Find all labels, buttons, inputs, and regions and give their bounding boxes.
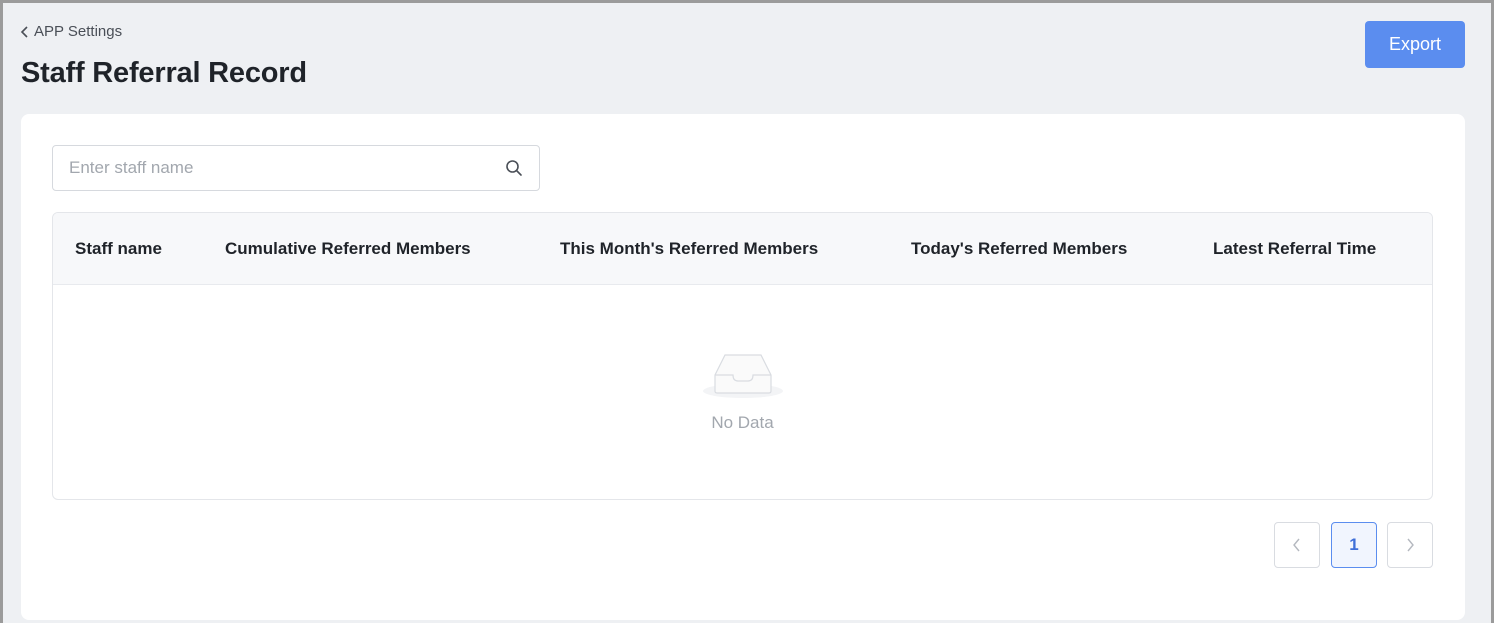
breadcrumb-label: APP Settings <box>34 23 123 40</box>
export-button[interactable]: Export <box>1365 21 1465 68</box>
pagination-prev-button[interactable] <box>1274 522 1320 568</box>
app-window: APP Settings Staff Referral Record Expor… <box>3 3 1491 623</box>
empty-inbox-icon <box>703 354 783 398</box>
column-header-staff-name[interactable]: Staff name <box>75 213 162 285</box>
search-box <box>52 145 540 191</box>
column-header-month-referred[interactable]: This Month's Referred Members <box>560 213 818 285</box>
column-header-cumulative-referred[interactable]: Cumulative Referred Members <box>225 213 471 285</box>
chevron-right-icon <box>1407 538 1414 552</box>
referral-table: Staff name Cumulative Referred Members T… <box>52 212 1433 500</box>
table-header: Staff name Cumulative Referred Members T… <box>53 213 1432 285</box>
staff-name-search-input[interactable] <box>54 147 494 189</box>
empty-state-text: No Data <box>711 413 774 432</box>
chevron-left-icon <box>20 25 28 38</box>
empty-state: No Data <box>53 285 1432 499</box>
column-header-latest-referral-time[interactable]: Latest Referral Time <box>1213 213 1376 285</box>
search-icon[interactable] <box>505 159 523 177</box>
page-title: Staff Referral Record <box>21 57 307 89</box>
pagination-next-button[interactable] <box>1387 522 1433 568</box>
chevron-left-icon <box>1293 538 1300 552</box>
content-card: Staff name Cumulative Referred Members T… <box>21 114 1465 620</box>
breadcrumb-back-link[interactable]: APP Settings <box>20 23 122 40</box>
pagination-page-button[interactable]: 1 <box>1331 522 1377 568</box>
column-header-today-referred[interactable]: Today's Referred Members <box>911 213 1127 285</box>
